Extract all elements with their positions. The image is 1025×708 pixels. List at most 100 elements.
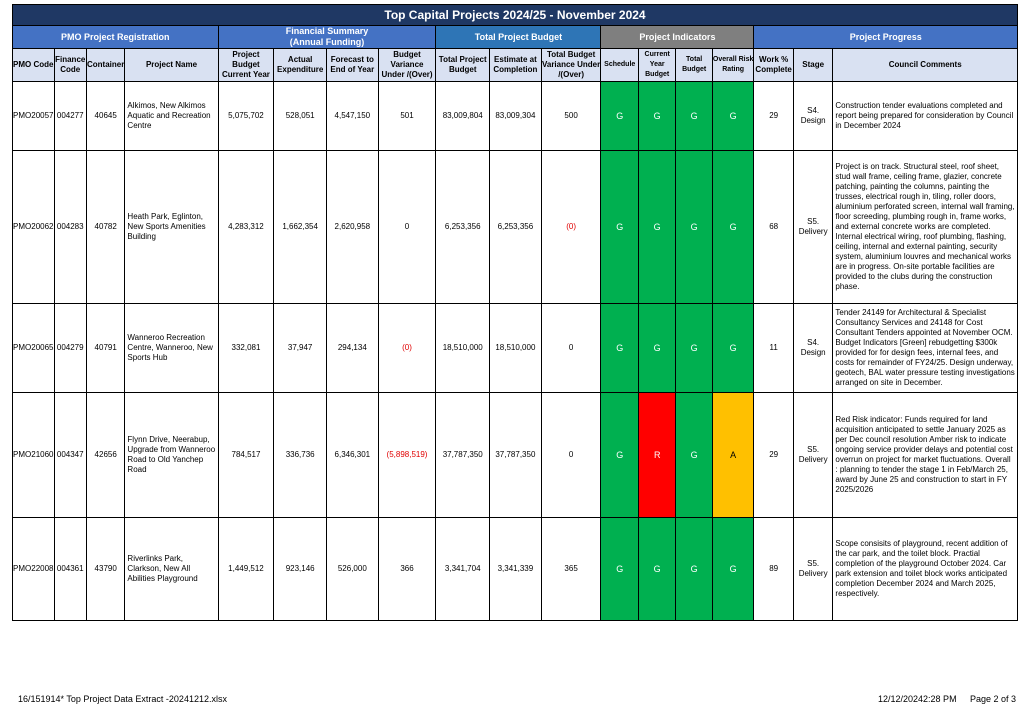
- forecast: 4,547,150: [325, 81, 379, 151]
- schedule-indicator: G: [600, 392, 639, 518]
- group-registration: PMO Project Registration: [12, 25, 219, 49]
- budget-variance: 501: [377, 81, 437, 151]
- capital-projects-table: Top Capital Projects 2024/25 - November …: [12, 4, 1018, 621]
- container-code: 40645: [85, 81, 126, 151]
- total-budget: 37,787,350: [435, 392, 491, 518]
- col-forecast: Forecast to End of Year: [325, 48, 379, 82]
- pmo-code: PMO20065: [12, 303, 55, 393]
- total-budget: 6,253,356: [435, 150, 491, 304]
- project-budget: 5,075,702: [217, 81, 275, 151]
- schedule-indicator: G: [600, 150, 639, 304]
- current-year-budget-indicator: R: [637, 392, 677, 518]
- risk-indicator: G: [711, 303, 755, 393]
- work-complete: 29: [753, 81, 794, 151]
- risk-indicator: G: [711, 517, 755, 621]
- col-actual-expenditure: Actual Expenditure: [273, 48, 327, 82]
- col-schedule: Schedule: [600, 48, 639, 82]
- col-risk-rating: Overall Risk Rating: [711, 48, 755, 82]
- forecast: 6,346,301: [325, 392, 379, 518]
- budget-variance: (5,898,519): [377, 392, 437, 518]
- total-variance: 0: [540, 303, 602, 393]
- total-budget-indicator: G: [675, 81, 713, 151]
- col-total-variance: Total Budget Variance Under /(Over): [540, 48, 602, 82]
- budget-variance: (0): [377, 303, 437, 393]
- col-finance-code: Finance Code: [53, 48, 87, 82]
- work-complete: 11: [753, 303, 794, 393]
- forecast: 526,000: [325, 517, 379, 621]
- council-comments: Scope consisits of playground, recent ad…: [832, 517, 1018, 621]
- project-budget: 1,449,512: [217, 517, 275, 621]
- project-budget: 332,081: [217, 303, 275, 393]
- actual-expenditure: 528,051: [273, 81, 327, 151]
- schedule-indicator: G: [600, 517, 639, 621]
- forecast: 294,134: [325, 303, 379, 393]
- project-name: Riverlinks Park, Clarkson, New All Abili…: [124, 517, 219, 621]
- col-pmo-code: PMO Code: [12, 48, 55, 82]
- budget-variance: 366: [377, 517, 437, 621]
- total-budget: 83,009,804: [435, 81, 491, 151]
- risk-indicator: G: [711, 81, 755, 151]
- total-budget-indicator: G: [675, 392, 713, 518]
- stage: S5. Delivery: [792, 150, 834, 304]
- col-estimate: Estimate at Completion: [489, 48, 542, 82]
- col-container: Container: [85, 48, 126, 82]
- budget-variance: 0: [377, 150, 437, 304]
- project-budget: 784,517: [217, 392, 275, 518]
- total-variance: 0: [540, 392, 602, 518]
- col-total-budget: Total Project Budget: [435, 48, 491, 82]
- project-name: Heath Park, Eglinton, New Sports Ameniti…: [124, 150, 219, 304]
- stage: S5. Delivery: [792, 392, 834, 518]
- finance-code: 004361: [53, 517, 87, 621]
- container-code: 42656: [85, 392, 126, 518]
- finance-code: 004283: [53, 150, 87, 304]
- estimate: 3,341,339: [489, 517, 542, 621]
- finance-code: 004279: [53, 303, 87, 393]
- current-year-budget-indicator: G: [637, 517, 677, 621]
- group-budget: Total Project Budget: [435, 25, 602, 49]
- current-year-budget-indicator: G: [637, 303, 677, 393]
- forecast: 2,620,958: [325, 150, 379, 304]
- schedule-indicator: G: [600, 303, 639, 393]
- col-current-year-budget: Current Year Budget: [637, 48, 677, 82]
- risk-indicator: A: [711, 392, 755, 518]
- council-comments: Construction tender evaluations complete…: [832, 81, 1018, 151]
- group-indicators: Project Indicators: [600, 25, 755, 49]
- risk-indicator: G: [711, 150, 755, 304]
- table-row: PMO20062 004283 40782 Heath Park, Eglint…: [12, 150, 1018, 304]
- report-title: Top Capital Projects 2024/25 - November …: [12, 4, 1018, 26]
- total-budget: 3,341,704: [435, 517, 491, 621]
- pmo-code: PMO20057: [12, 81, 55, 151]
- group-financial: Financial Summary (Annual Funding): [217, 25, 437, 49]
- pmo-code: PMO21060: [12, 392, 55, 518]
- work-complete: 29: [753, 392, 794, 518]
- current-year-budget-indicator: G: [637, 150, 677, 304]
- table-row: PMO21060 004347 42656 Flynn Drive, Neera…: [12, 392, 1018, 518]
- total-budget: 18,510,000: [435, 303, 491, 393]
- table-row: PMO20065 004279 40791 Wanneroo Recreatio…: [12, 303, 1018, 393]
- footer-datetime: 12/12/20242:28 PM: [878, 694, 957, 704]
- actual-expenditure: 336,736: [273, 392, 327, 518]
- finance-code: 004347: [53, 392, 87, 518]
- schedule-indicator: G: [600, 81, 639, 151]
- footer-page-number: Page 2 of 3: [970, 694, 1017, 704]
- table-row: PMO20057 004277 40645 Alkimos, New Alkim…: [12, 81, 1018, 151]
- table-row: PMO22008 004361 43790 Riverlinks Park, C…: [12, 517, 1018, 621]
- col-budget-variance: Budget Variance Under /(Over): [377, 48, 437, 82]
- col-total-budget-ind: Total Budget: [675, 48, 713, 82]
- estimate: 6,253,356: [489, 150, 542, 304]
- work-complete: 89: [753, 517, 794, 621]
- total-budget-indicator: G: [675, 303, 713, 393]
- pmo-code: PMO22008: [12, 517, 55, 621]
- total-variance: (0): [540, 150, 602, 304]
- estimate: 37,787,350: [489, 392, 542, 518]
- container-code: 43790: [85, 517, 126, 621]
- project-name: Alkimos, New Alkimos Aquatic and Recreat…: [124, 81, 219, 151]
- container-code: 40782: [85, 150, 126, 304]
- work-complete: 68: [753, 150, 794, 304]
- footer-file-name: 16/151914* Top Project Data Extract -202…: [18, 694, 227, 704]
- total-variance: 365: [540, 517, 602, 621]
- col-work-complete: Work % Complete: [753, 48, 794, 82]
- total-budget-indicator: G: [675, 517, 713, 621]
- council-comments: Red Risk indicator: Funds required for l…: [832, 392, 1018, 518]
- actual-expenditure: 923,146: [273, 517, 327, 621]
